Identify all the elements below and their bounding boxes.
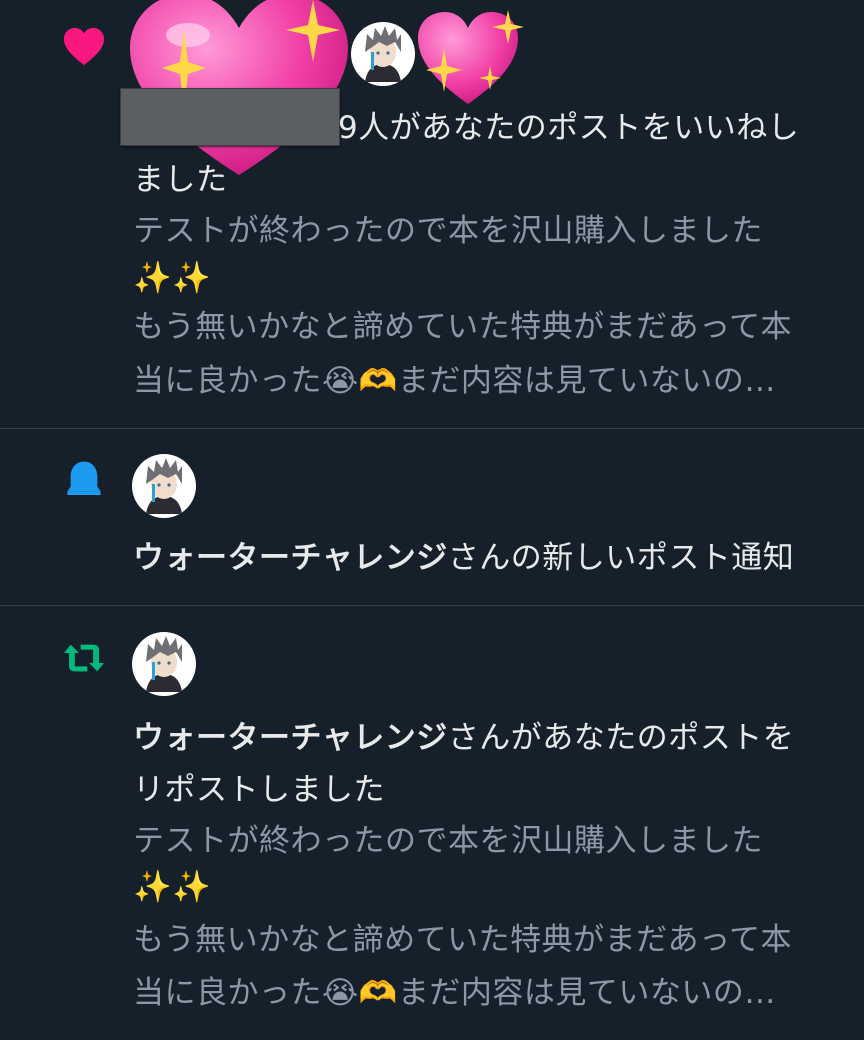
post-preview: もう無いかなと諦めていた特典がまだあって本	[133, 309, 793, 345]
avatar[interactable]	[132, 632, 196, 696]
notification-text: 9人があなたのポストをいいねし	[338, 110, 800, 146]
notification-like[interactable]: 9人があなたのポストをいいねし ました テストが終わったので本を沢山購入しました…	[0, 0, 864, 428]
repost-icon	[64, 644, 104, 672]
notification-text: リポストしました	[133, 772, 385, 808]
notifications-feed: 9人があなたのポストをいいねし ました テストが終わったので本を沢山購入しました…	[0, 0, 864, 1040]
post-preview: テストが終わったので本を沢山購入しました	[133, 823, 763, 859]
notification-text: ました	[133, 162, 228, 198]
redacted-block	[120, 88, 340, 146]
post-preview: 当に良かった😭🫶まだ内容は見ていないの…	[133, 975, 776, 1011]
notification-text: ウォーターチャレンジさんがあなたのポストを	[133, 720, 795, 756]
post-preview: 当に良かった😭🫶まだ内容は見ていないの…	[133, 363, 776, 399]
avatar[interactable]	[132, 454, 196, 518]
post-preview: ✨✨	[133, 869, 212, 905]
bell-icon	[67, 461, 101, 495]
avatar[interactable]	[351, 22, 415, 86]
notification-repost[interactable]: ウォーターチャレンジさんがあなたのポストを リポストしました テストが終わったの…	[0, 606, 864, 1040]
sparkling-heart-icon	[418, 10, 524, 104]
heart-icon	[64, 27, 104, 66]
user-name[interactable]: ウォーターチャレンジ	[133, 540, 448, 576]
notification-text: ウォーターチャレンジさんの新しいポスト通知	[133, 540, 795, 576]
post-preview: テストが終わったので本を沢山購入しました	[133, 213, 763, 249]
post-preview: もう無いかなと諦めていた特典がまだあって本	[133, 922, 793, 958]
post-preview: ✨✨	[133, 260, 212, 296]
user-name[interactable]: ウォーターチャレンジ	[133, 720, 448, 756]
notification-new-post[interactable]: ウォーターチャレンジさんの新しいポスト通知	[0, 429, 864, 605]
